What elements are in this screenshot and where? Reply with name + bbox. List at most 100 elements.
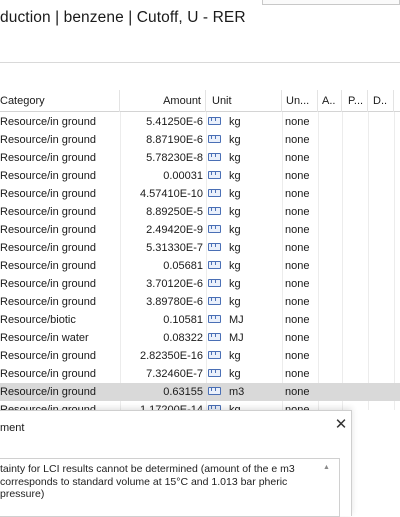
column-header-unit[interactable]: Unit xyxy=(206,90,282,112)
unit-icon xyxy=(208,221,226,239)
cell-uncertainty: none xyxy=(285,314,310,326)
table-row-selected[interactable]: Resource/in ground 0.63155 m3 none xyxy=(0,383,400,401)
cell-unit: kg xyxy=(229,224,241,236)
column-header-provider[interactable]: P... xyxy=(342,90,368,112)
table-row[interactable]: Resource/in ground 5.41250E-6 kg none xyxy=(0,113,400,131)
cell-amount: 4.57410E-10 xyxy=(140,188,203,200)
cell-amount: 8.89250E-5 xyxy=(146,206,203,218)
close-icon[interactable]: ✕ xyxy=(333,417,349,433)
cell-category: Resource/in ground xyxy=(0,404,97,410)
cell-uncertainty: none xyxy=(285,404,310,410)
table-row[interactable]: Resource/biotic 0.10581 MJ none xyxy=(0,311,400,329)
column-header-uncertainty[interactable]: Un... xyxy=(282,90,318,112)
cell-category: Resource/in ground xyxy=(0,350,97,362)
cell-category: Resource/in ground xyxy=(0,242,97,254)
cell-unit: m3 xyxy=(229,386,245,398)
cell-amount: 0.08322 xyxy=(163,332,203,344)
cell-unit: kg xyxy=(229,152,241,164)
cell-category: Resource/in ground xyxy=(0,116,97,128)
unit-icon xyxy=(208,203,226,221)
cell-category: Resource/in ground xyxy=(0,386,97,398)
cell-amount: 0.63155 xyxy=(163,386,203,398)
cell-unit: kg xyxy=(229,206,241,218)
cell-unit: MJ xyxy=(229,314,244,326)
table-row[interactable]: Resource/in ground 1.17200E-14 kg none xyxy=(0,401,400,410)
table-row[interactable]: Resource/in water 0.08322 MJ none xyxy=(0,329,400,347)
cell-category: Resource/in ground xyxy=(0,188,97,200)
unit-icon xyxy=(208,185,226,203)
cell-uncertainty: none xyxy=(285,368,310,380)
cell-amount: 2.82350E-16 xyxy=(140,350,203,362)
unit-icon xyxy=(208,275,226,293)
cell-amount: 1.17200E-14 xyxy=(140,404,203,410)
cell-amount: 5.31330E-7 xyxy=(146,242,203,254)
unit-icon xyxy=(208,329,226,347)
cell-category: Resource/in ground xyxy=(0,134,97,146)
table-row[interactable]: Resource/in ground 8.87190E-6 kg none xyxy=(0,131,400,149)
toolbar-field[interactable] xyxy=(262,0,400,5)
cell-unit: kg xyxy=(229,350,241,362)
cell-unit: kg xyxy=(229,260,241,272)
cell-uncertainty: none xyxy=(285,242,310,254)
unit-icon xyxy=(208,365,226,383)
scroll-up-arrow-icon[interactable]: ▲ xyxy=(323,464,330,471)
cell-category: Resource/in ground xyxy=(0,260,97,272)
table-row[interactable]: Resource/in ground 8.89250E-5 kg none xyxy=(0,203,400,221)
cell-uncertainty: none xyxy=(285,152,310,164)
cell-amount: 0.00031 xyxy=(163,170,203,182)
exchanges-table: Category Amount Unit Un... A.. P... D.. … xyxy=(0,90,400,410)
unit-icon xyxy=(208,131,226,149)
unit-icon xyxy=(208,113,226,131)
table-row[interactable]: Resource/in ground 4.57410E-10 kg none xyxy=(0,185,400,203)
unit-icon xyxy=(208,167,226,185)
table-row[interactable]: Resource/in ground 5.31330E-7 kg none xyxy=(0,239,400,257)
cell-unit: kg xyxy=(229,134,241,146)
page-title: duction | benzene | Cutoff, U - RER xyxy=(0,9,246,26)
cell-uncertainty: none xyxy=(285,224,310,236)
unit-icon xyxy=(208,311,226,329)
unit-icon xyxy=(208,401,226,410)
cell-uncertainty: none xyxy=(285,206,310,218)
cell-uncertainty: none xyxy=(285,278,310,290)
cell-unit: kg xyxy=(229,188,241,200)
cell-unit: kg xyxy=(229,170,241,182)
comment-textbox[interactable]: tainty for LCI results cannot be determi… xyxy=(0,458,340,517)
cell-amount: 7.32460E-7 xyxy=(146,368,203,380)
column-header-avoided[interactable]: A.. xyxy=(318,90,342,112)
unit-icon xyxy=(208,257,226,275)
cell-amount: 3.70120E-6 xyxy=(146,278,203,290)
table-row[interactable]: Resource/in ground 7.32460E-7 kg none xyxy=(0,365,400,383)
cell-unit: MJ xyxy=(229,332,244,344)
cell-uncertainty: none xyxy=(285,296,310,308)
cell-amount: 3.89780E-6 xyxy=(146,296,203,308)
table-row[interactable]: Resource/in ground 0.00031 kg none xyxy=(0,167,400,185)
unit-icon xyxy=(208,383,226,401)
cell-unit: kg xyxy=(229,404,241,410)
column-header-category[interactable]: Category xyxy=(0,90,120,112)
table-header: Category Amount Unit Un... A.. P... D.. xyxy=(0,90,400,112)
cell-amount: 2.49420E-9 xyxy=(146,224,203,236)
cell-uncertainty: none xyxy=(285,170,310,182)
table-row[interactable]: Resource/in ground 2.49420E-9 kg none xyxy=(0,221,400,239)
cell-unit: kg xyxy=(229,296,241,308)
comment-text: tainty for LCI results cannot be determi… xyxy=(0,463,295,500)
table-row[interactable]: Resource/in ground 5.78230E-8 kg none xyxy=(0,149,400,167)
unit-icon xyxy=(208,293,226,311)
unit-icon xyxy=(208,149,226,167)
cell-unit: kg xyxy=(229,278,241,290)
table-row[interactable]: Resource/in ground 0.05681 kg none xyxy=(0,257,400,275)
table-row[interactable]: Resource/in ground 3.70120E-6 kg none xyxy=(0,275,400,293)
cell-unit: kg xyxy=(229,242,241,254)
table-row[interactable]: Resource/in ground 3.89780E-6 kg none xyxy=(0,293,400,311)
cell-category: Resource/in ground xyxy=(0,224,97,236)
cell-unit: kg xyxy=(229,368,241,380)
cell-amount: 0.10581 xyxy=(163,314,203,326)
top-strip xyxy=(0,0,400,8)
cell-uncertainty: none xyxy=(285,188,310,200)
cell-category: Resource/in ground xyxy=(0,152,97,164)
cell-uncertainty: none xyxy=(285,386,310,398)
column-header-data-quality[interactable]: D.. xyxy=(368,90,394,112)
table-row[interactable]: Resource/in ground 2.82350E-16 kg none xyxy=(0,347,400,365)
unit-icon xyxy=(208,347,226,365)
column-header-amount[interactable]: Amount xyxy=(120,90,206,112)
